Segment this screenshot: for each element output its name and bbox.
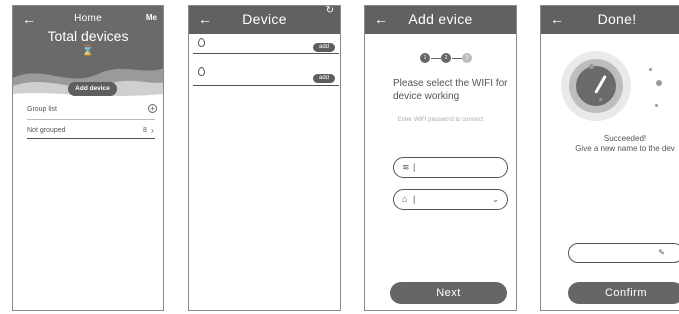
device-row-divider	[193, 85, 339, 86]
page-title: Done!	[597, 11, 637, 27]
next-button[interactable]: Next	[390, 282, 507, 304]
step-dot: 3	[462, 53, 472, 63]
pencil-icon: ✎	[658, 248, 665, 257]
water-drop-icon	[198, 67, 205, 76]
rename-prompt: Give a new name to the dev	[575, 144, 675, 153]
group-count: 8	[143, 127, 147, 134]
water-drop-icon	[198, 38, 205, 47]
device-row-divider	[193, 53, 339, 54]
step-dot: 2	[441, 53, 451, 63]
chevron-right-icon[interactable]: ›	[151, 126, 154, 135]
orbit-dot	[649, 68, 652, 71]
wifi-field[interactable]: ≋ |	[393, 157, 508, 178]
group-list-label: Group list	[27, 106, 57, 113]
add-device-screen: ← Add evice 1 2 3 Please select the WIFI…	[364, 5, 517, 311]
page-title: Add evice	[408, 11, 473, 27]
home-screen: ← Home Me Total devices ⌛ Add device Gro…	[12, 5, 164, 311]
divider	[27, 138, 155, 139]
step-indicator: 1 2 3	[416, 51, 476, 65]
instruction-text: Please select the WIFI for device workin…	[393, 78, 508, 102]
orbit-dot	[656, 80, 662, 86]
wifi-icon: ≋	[402, 162, 410, 172]
step-dot: 1	[420, 53, 430, 63]
not-grouped-item[interactable]: Not grouped	[27, 127, 66, 134]
success-line: Succeeded!	[603, 134, 647, 143]
password-hint: Enter WIFI password to connect	[397, 117, 484, 123]
divider	[27, 119, 155, 120]
me-tab[interactable]: Me	[146, 13, 157, 22]
device-name-field[interactable]: ✎	[568, 243, 679, 263]
page-title: Home	[74, 13, 102, 24]
header-bar: ← Done!	[541, 6, 679, 34]
header-bar: ← Device ↻	[189, 6, 340, 34]
success-message: Succeeded! Give a new name to the dev	[541, 134, 679, 154]
page-title: Device	[242, 11, 287, 27]
password-field[interactable]: ⌂ | ⌄	[393, 189, 508, 210]
done-screen: ← Done! Succeeded! Give a new name to th…	[540, 5, 679, 311]
text-cursor: |	[413, 194, 416, 204]
chevron-down-icon[interactable]: ⌄	[492, 194, 499, 205]
success-dial-core	[576, 66, 616, 106]
step-connector	[452, 58, 462, 59]
orbit-dot	[655, 104, 658, 107]
orbit-dot	[589, 64, 594, 69]
plus-circle-icon[interactable]: +	[148, 104, 157, 113]
hourglass-icon: ⌛	[81, 46, 95, 57]
total-devices-label: Total devices	[47, 28, 129, 44]
confirm-button[interactable]: Confirm	[568, 282, 679, 304]
orbit-dot	[599, 98, 602, 101]
step-connector	[431, 58, 441, 59]
add-device-badge[interactable]: add	[313, 74, 335, 83]
device-screen: ← Device ↻ add add	[188, 5, 341, 311]
add-device-badge[interactable]: add	[313, 43, 335, 52]
add-device-button[interactable]: Add device	[68, 82, 117, 96]
header-bar: ← Add evice	[365, 6, 516, 34]
refresh-icon[interactable]: ↻	[326, 6, 334, 16]
lock-icon: ⌂	[402, 194, 408, 204]
text-cursor: |	[413, 162, 416, 172]
